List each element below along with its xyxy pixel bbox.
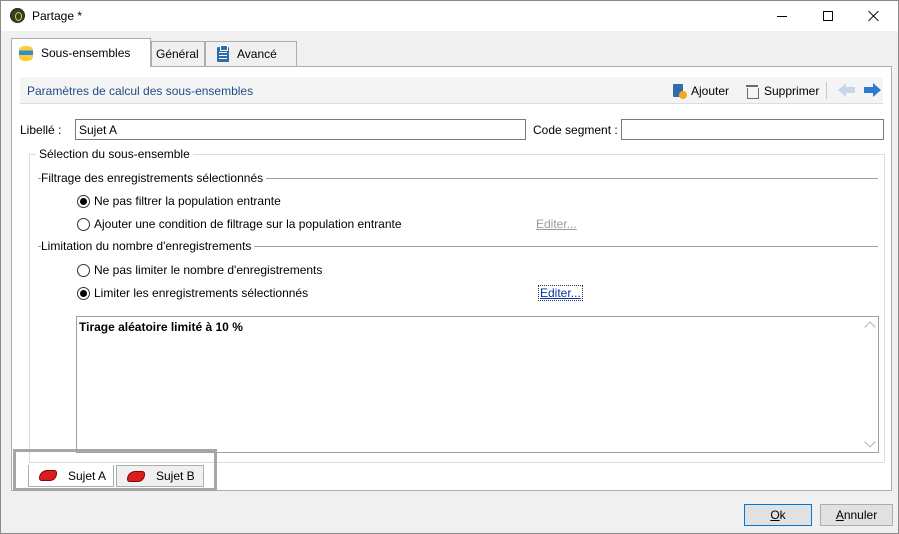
radio-button[interactable] [77,286,90,300]
libelle-input[interactable] [75,119,526,140]
maximize-button[interactable] [805,1,851,31]
close-icon [868,10,880,22]
radio-label: Ne pas filtrer la population entrante [94,194,281,208]
scroll-down-icon[interactable] [864,436,876,448]
minimize-button[interactable] [759,1,805,31]
ok-label: Ok [770,508,786,522]
tab-avance[interactable]: Avancé [205,41,297,66]
filtering-title: Filtrage des enregistrements sélectionné… [41,171,267,185]
groupbox-title: Sélection du sous-ensemble [36,147,193,161]
subset-shape-icon [39,470,57,481]
maximize-icon [823,11,833,21]
next-arrow-icon[interactable] [863,83,881,97]
delete-label: Supprimer [764,84,820,98]
subset-tab-label: Sujet A [68,468,107,483]
description-text: Tirage aléatoire limité à 10 % [79,320,243,334]
radio-label: Limiter les enregistrements sélectionnés [94,286,309,300]
clipboard-icon [217,44,229,62]
close-button[interactable] [851,1,897,31]
tab-label: Avancé [237,47,277,61]
add-button[interactable]: Ajouter [672,81,729,101]
code-segment-input[interactable] [621,119,884,140]
edit-limit-link[interactable]: Editer... [538,285,583,301]
radio-label: Ne pas limiter le nombre d'enregistremen… [94,263,323,277]
subset-tabs: Sujet A Sujet B [13,449,217,491]
subset-tab-a[interactable]: Sujet A [28,465,114,487]
ok-button[interactable]: Ok [744,504,812,526]
add-icon [672,83,687,99]
tab-general[interactable]: Général [151,41,205,66]
app-icon [10,8,25,23]
tab-label: Sous-ensembles [41,46,131,60]
previous-arrow-icon[interactable] [838,83,856,97]
toolbar-separator [826,82,827,99]
tab-label: Général [156,47,199,61]
radio-label: Ajouter une condition de filtrage sur la… [94,217,402,231]
radio-no-filter[interactable]: Ne pas filtrer la population entrante [77,194,281,208]
trash-icon [745,83,759,99]
radio-no-limit[interactable]: Ne pas limiter le nombre d'enregistremen… [77,263,322,277]
code-segment-label: Code segment : [533,123,618,137]
cancel-label: Annuler [835,508,878,522]
tab-sous-ensembles[interactable]: Sous-ensembles [11,38,151,67]
subset-shape-icon [127,470,145,482]
section-title: Paramètres de calcul des sous-ensembles [27,84,254,98]
minimize-icon [777,15,787,17]
tab-panel: Paramètres de calcul des sous-ensembles … [11,66,892,491]
section-header: Paramètres de calcul des sous-ensembles … [20,77,883,104]
window-title: Partage * [32,9,83,23]
subset-tab-label: Sujet B [156,469,195,483]
database-icon [19,45,33,61]
edit-filter-link[interactable]: Editer... [536,217,577,231]
delete-button[interactable]: Supprimer [745,81,819,101]
radio-button[interactable] [77,217,90,231]
radio-add-condition[interactable]: Ajouter une condition de filtrage sur la… [77,217,402,231]
vertical-scrollbar[interactable] [863,317,878,452]
dialog-window: Partage * Sous-ensembles Général Avancé … [0,0,899,534]
add-label: Ajouter [691,84,730,98]
title-bar: Partage * [1,1,898,31]
description-box: Tirage aléatoire limité à 10 % [76,316,879,453]
scroll-up-icon[interactable] [864,321,876,333]
cancel-button[interactable]: Annuler [820,504,893,526]
libelle-label: Libellé : [20,123,62,137]
radio-limit[interactable]: Limiter les enregistrements sélectionnés [77,286,308,300]
limitation-title: Limitation du nombre d'enregistrements [41,239,255,253]
subset-tab-b[interactable]: Sujet B [116,465,204,487]
radio-button[interactable] [77,263,90,277]
radio-button[interactable] [77,194,90,208]
